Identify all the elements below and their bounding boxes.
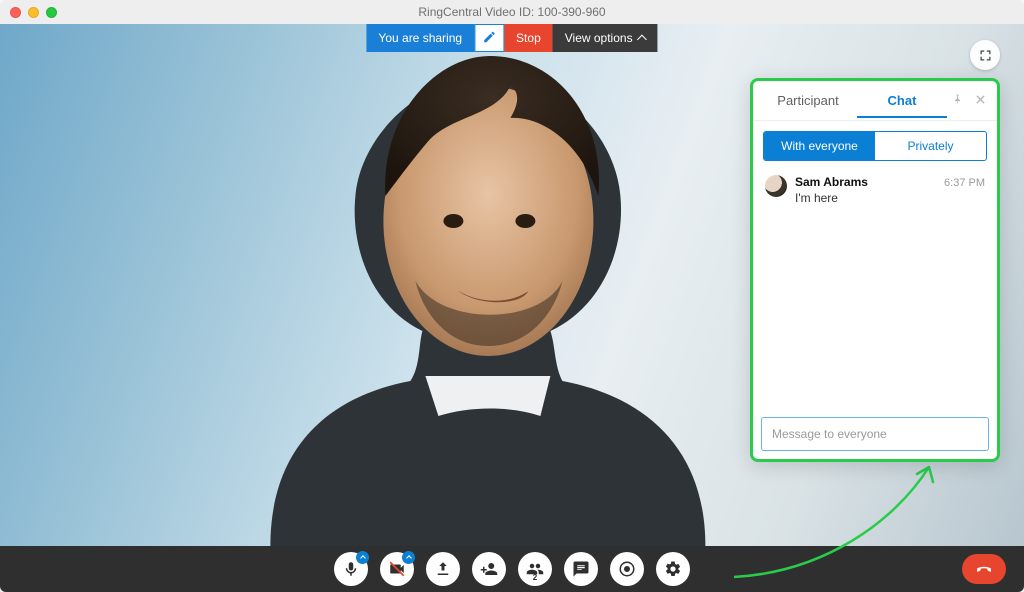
window-title: RingCentral Video ID: 100-390-960: [0, 5, 1024, 19]
participants-button[interactable]: 2: [518, 552, 552, 586]
scope-everyone-button[interactable]: With everyone: [764, 132, 875, 160]
mute-button[interactable]: [334, 552, 368, 586]
message-author: Sam Abrams: [795, 175, 868, 189]
record-button[interactable]: [610, 552, 644, 586]
chat-tabs: Participant Chat: [753, 81, 997, 121]
chat-input-container: [753, 409, 997, 459]
settings-button[interactable]: [656, 552, 690, 586]
avatar: [765, 175, 787, 197]
app-window: RingCentral Video ID: 100-390-960 You ar…: [0, 0, 1024, 592]
chevron-up-icon: [356, 551, 369, 564]
pin-icon[interactable]: [951, 93, 964, 109]
scope-private-button[interactable]: Privately: [875, 132, 986, 160]
share-button[interactable]: [426, 552, 460, 586]
pen-icon: [482, 30, 496, 47]
title-bar: RingCentral Video ID: 100-390-960: [0, 0, 1024, 24]
add-person-icon: [480, 560, 498, 578]
stop-sharing-button[interactable]: Stop: [504, 24, 553, 52]
view-options-button[interactable]: View options: [553, 24, 658, 52]
invite-button[interactable]: [472, 552, 506, 586]
window-controls: [10, 7, 57, 18]
message-text: I'm here: [795, 191, 985, 205]
minimize-window-button[interactable]: [28, 7, 39, 18]
message-time: 6:37 PM: [944, 177, 985, 189]
phone-hangup-icon: [975, 560, 993, 578]
chat-icon: [572, 560, 590, 578]
mic-icon: [342, 560, 360, 578]
chat-header-actions: [951, 93, 987, 109]
sharing-status-label: You are sharing: [366, 24, 474, 52]
fullscreen-button[interactable]: [970, 40, 1000, 70]
participant-count-badge: 2: [533, 573, 537, 582]
record-icon: [618, 560, 636, 578]
view-options-label: View options: [565, 31, 633, 45]
zoom-window-button[interactable]: [46, 7, 57, 18]
share-icon: [434, 560, 452, 578]
chat-messages: Sam Abrams 6:37 PM I'm here: [753, 171, 997, 409]
chat-panel: Participant Chat With everyone Privately…: [750, 78, 1000, 462]
close-icon[interactable]: [974, 93, 987, 109]
gear-icon: [664, 560, 682, 578]
meeting-toolbar: 2: [0, 546, 1024, 592]
annotate-button[interactable]: [474, 24, 504, 52]
chat-button[interactable]: [564, 552, 598, 586]
expand-icon: [978, 48, 993, 63]
camera-button[interactable]: [380, 552, 414, 586]
sharing-bar: You are sharing Stop View options: [366, 24, 657, 52]
chat-input[interactable]: [761, 417, 989, 451]
close-window-button[interactable]: [10, 7, 21, 18]
chat-message: Sam Abrams 6:37 PM I'm here: [765, 175, 985, 205]
tab-participant[interactable]: Participant: [763, 85, 853, 116]
chat-message-content: Sam Abrams 6:37 PM I'm here: [795, 175, 985, 205]
participant-video: [210, 46, 730, 546]
tab-chat[interactable]: Chat: [857, 85, 947, 118]
chat-scope-toggle: With everyone Privately: [763, 131, 987, 161]
chevron-up-icon: [637, 35, 647, 45]
chevron-up-icon: [402, 551, 415, 564]
end-call-button[interactable]: [962, 554, 1006, 584]
camera-off-icon: [388, 560, 406, 578]
